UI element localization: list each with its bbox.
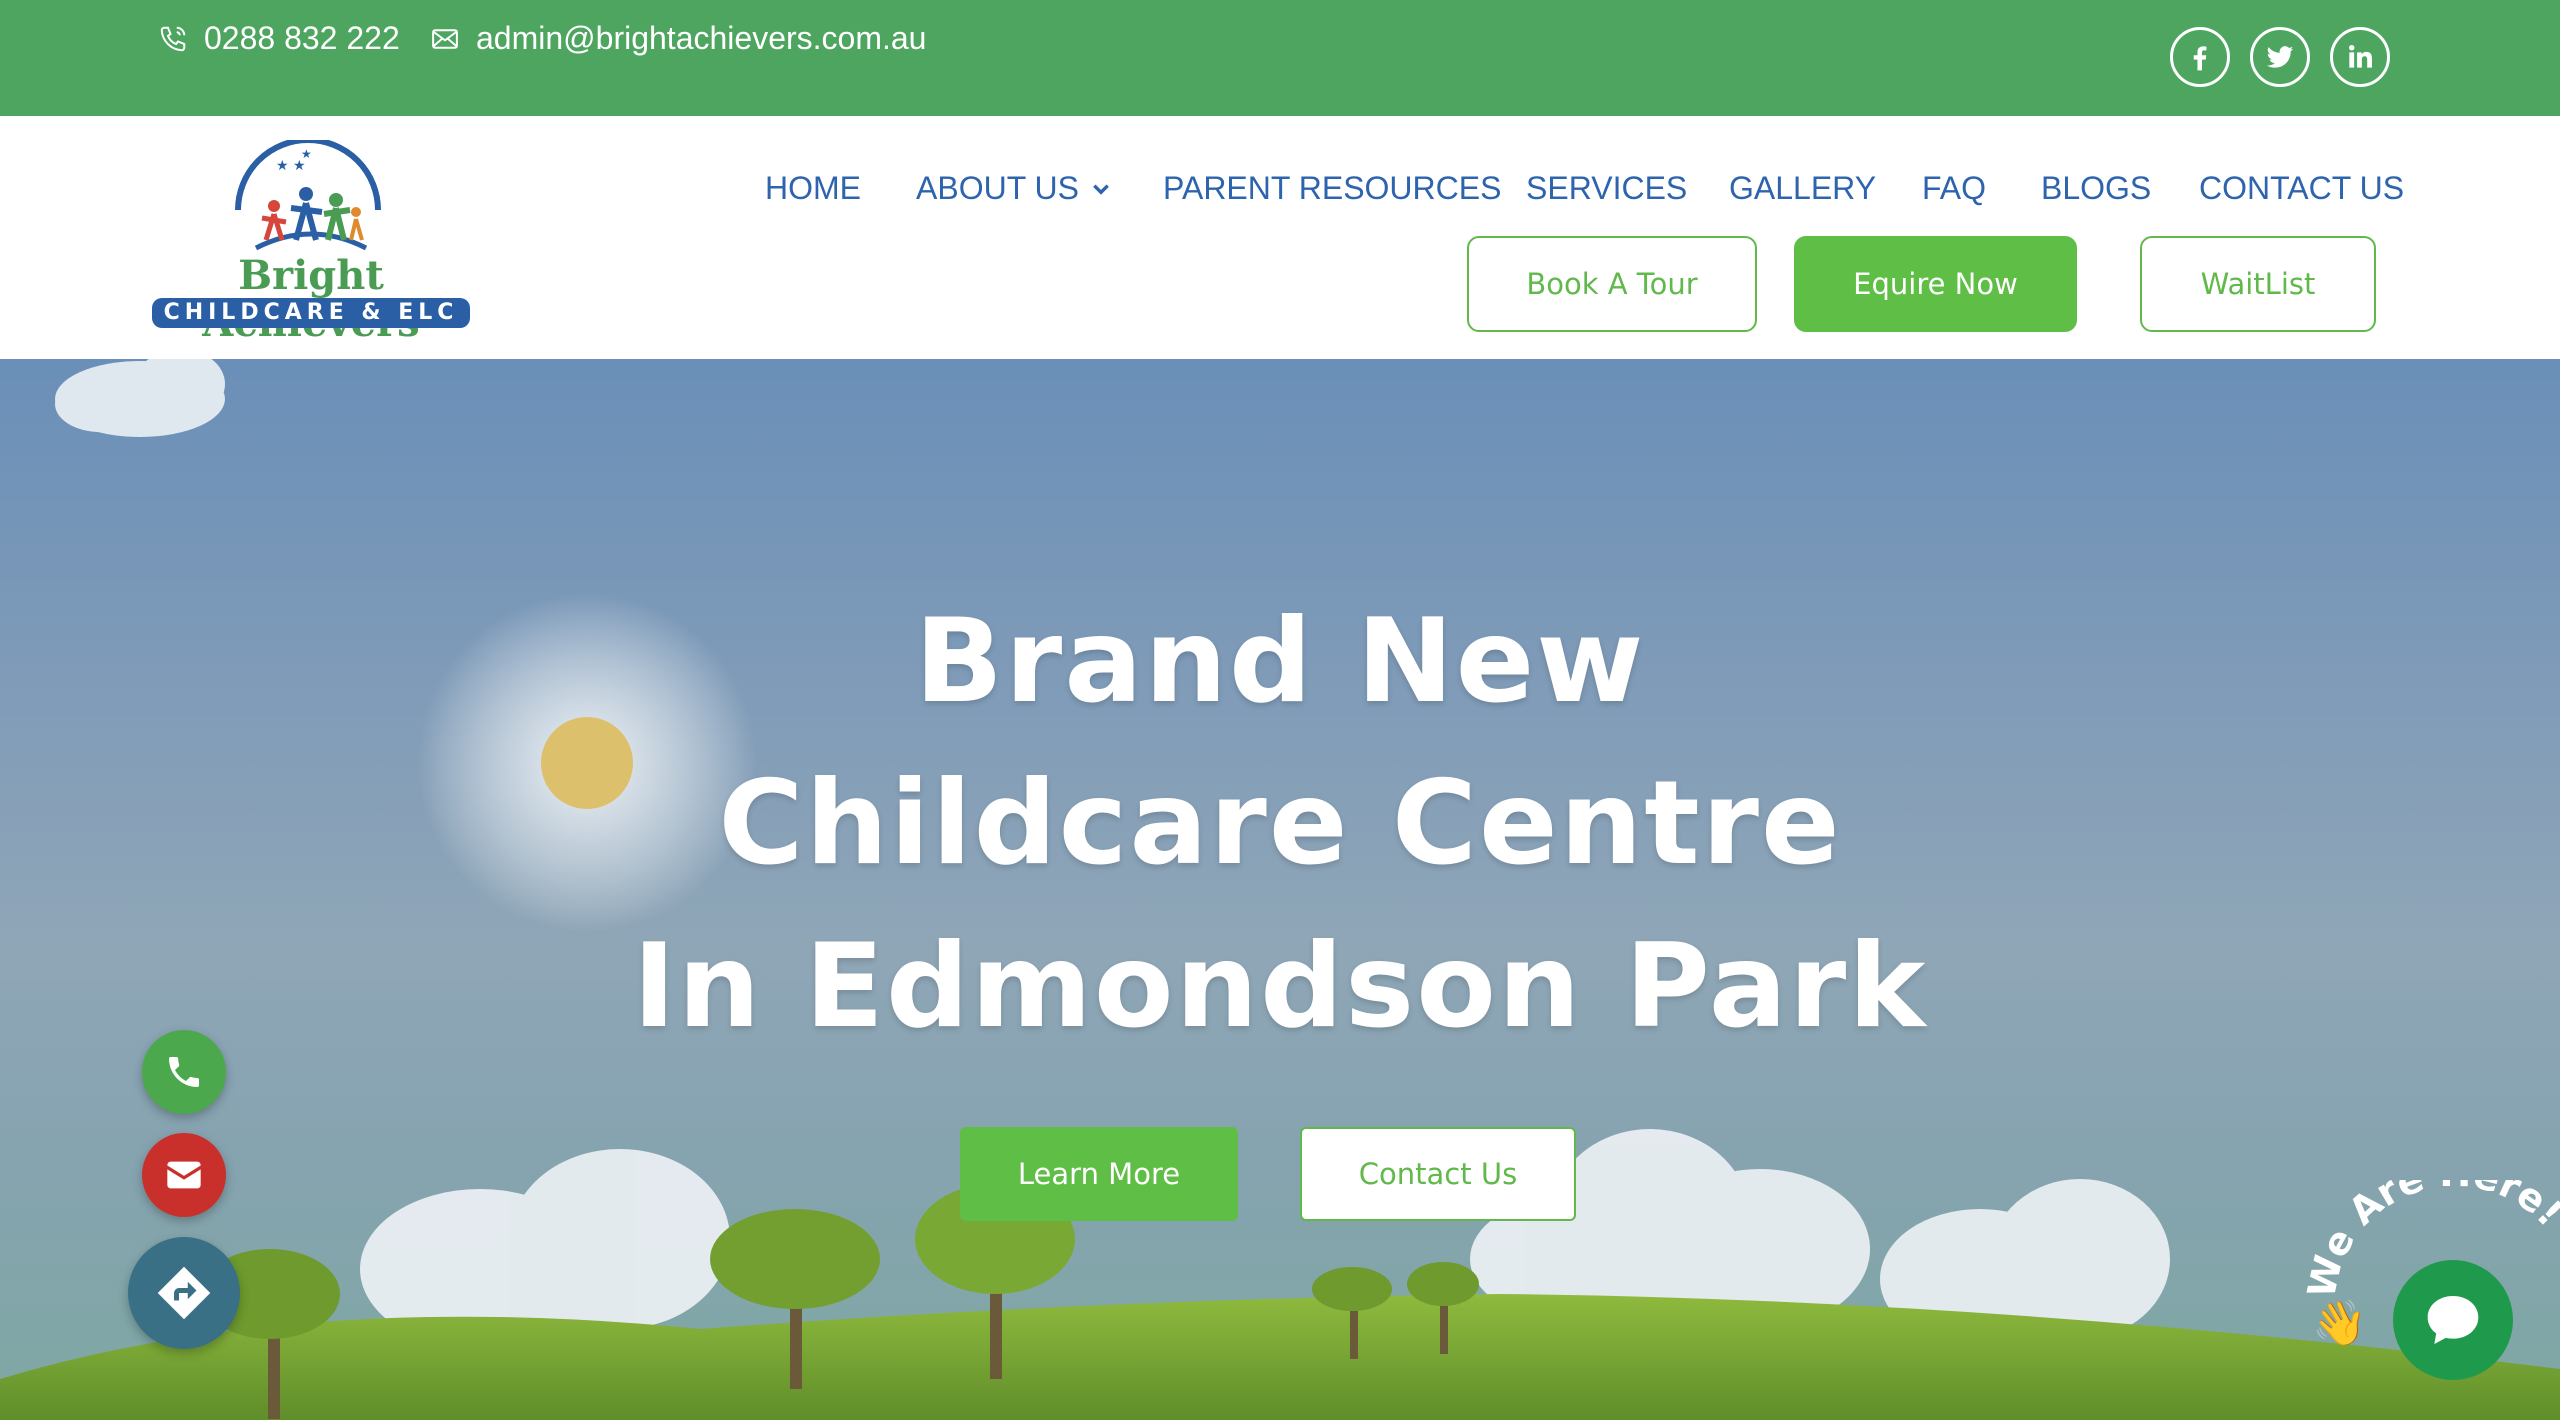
site-logo[interactable]: ★ ★ ★ Bright Achievers CHILDCARE & ELC — [146, 140, 476, 346]
twitter-link[interactable] — [2250, 27, 2310, 87]
facebook-icon — [2193, 46, 2207, 71]
float-phone-button[interactable] — [142, 1030, 226, 1114]
waving-hand-icon: 👋 — [2312, 1299, 2367, 1348]
hero-title-line2: Childcare Centre — [718, 756, 1842, 891]
social-links — [2170, 27, 2390, 87]
email-address: admin@brightachievers.com.au — [476, 20, 927, 56]
chat-open-button[interactable] — [2393, 1260, 2513, 1380]
book-tour-button[interactable]: Book A Tour — [1467, 236, 1757, 332]
float-email-button[interactable] — [142, 1133, 226, 1217]
nav-about-us[interactable]: ABOUT US — [916, 170, 1111, 207]
nav-about-us-label: ABOUT US — [916, 170, 1079, 206]
facebook-link[interactable] — [2170, 27, 2230, 87]
cloud-top-left — [55, 359, 225, 437]
topbar-email[interactable]: admin@brightachievers.com.au — [430, 20, 926, 57]
nav-gallery-label: GALLERY — [1729, 170, 1877, 206]
nav-faq[interactable]: FAQ — [1922, 170, 1986, 207]
top-bar: 0288 832 222 admin@brightachievers.com.a… — [0, 0, 2560, 116]
logo-subtitle: CHILDCARE & ELC — [152, 298, 470, 328]
envelope-icon — [432, 28, 458, 49]
topbar-phone[interactable]: 0288 832 222 — [158, 20, 400, 57]
nav-services-label: SERVICES — [1526, 170, 1688, 206]
phone-number: 0288 832 222 — [204, 20, 400, 56]
nav-home[interactable]: HOME — [765, 170, 861, 207]
hero-title-line1: Brand New — [914, 594, 1646, 729]
envelope-icon — [167, 1161, 201, 1189]
enquire-now-button[interactable]: Equire Now — [1794, 236, 2077, 332]
nav-parent-resources[interactable]: PARENT RESOURCES — [1163, 170, 1501, 207]
twitter-icon — [2266, 46, 2294, 68]
phone-icon — [160, 26, 186, 51]
waitlist-button[interactable]: WaitList — [2140, 236, 2376, 332]
chat-widget[interactable]: We Are Here! 👋 — [2300, 1180, 2560, 1420]
learn-more-button[interactable]: Learn More — [960, 1127, 1238, 1221]
nav-faq-label: FAQ — [1922, 170, 1987, 206]
nav-home-label: HOME — [765, 170, 861, 206]
chevron-down-icon — [1093, 183, 1109, 195]
chat-bubble-icon — [2427, 1296, 2479, 1344]
float-directions-button[interactable] — [128, 1237, 240, 1349]
nav-gallery[interactable]: GALLERY — [1729, 170, 1876, 207]
hero-title-line3: In Edmondson Park — [632, 919, 1928, 1054]
hero-section: Brand New Childcare Centre In Edmondson … — [0, 359, 2560, 1420]
nav-contact-us[interactable]: CONTACT US — [2199, 170, 2404, 207]
nav-contact-us-label: CONTACT US — [2199, 170, 2405, 206]
svg-text:★: ★ — [301, 147, 312, 161]
linkedin-link[interactable] — [2330, 27, 2390, 87]
contact-us-button[interactable]: Contact Us — [1300, 1127, 1576, 1221]
nav-services[interactable]: SERVICES — [1526, 170, 1687, 207]
nav-blogs-label: BLOGS — [2041, 170, 2152, 206]
main-nav: HOME ABOUT US PARENT RESOURCES SERVICES … — [0, 170, 2560, 210]
directions-icon — [157, 1266, 211, 1320]
nav-blogs[interactable]: BLOGS — [2041, 170, 2151, 207]
linkedin-icon — [2349, 45, 2372, 68]
phone-icon — [169, 1057, 199, 1087]
nav-parent-resources-label: PARENT RESOURCES — [1163, 170, 1502, 206]
